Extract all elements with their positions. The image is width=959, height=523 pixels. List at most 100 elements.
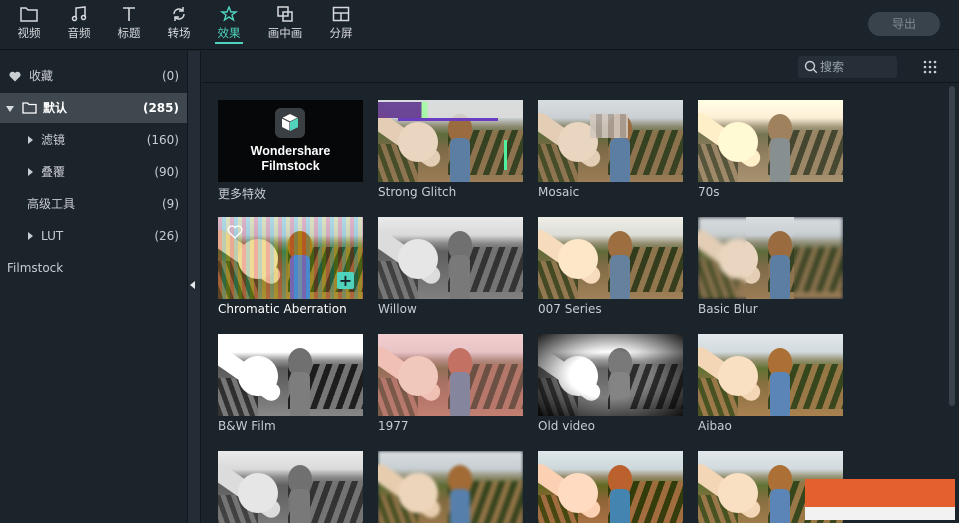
- sidebar-item-favorites[interactable]: 收藏 (0): [0, 61, 187, 91]
- effect-name: 007 Series: [538, 302, 602, 316]
- sharp-region: [746, 217, 794, 299]
- effect-card-1977[interactable]: 1977: [378, 334, 523, 433]
- overlay-banner: [805, 479, 955, 520]
- preview-image: [378, 334, 523, 416]
- tab-label: 标题: [117, 26, 141, 40]
- effect-card[interactable]: [378, 451, 523, 523]
- effect-card[interactable]: [538, 451, 683, 523]
- effect-card-old-video[interactable]: Old video: [538, 334, 683, 433]
- effect-thumbnail[interactable]: [538, 217, 683, 299]
- effect-name: B&W Film: [218, 419, 276, 433]
- effect-name: Basic Blur: [698, 302, 758, 316]
- expand-caret-icon[interactable]: [6, 106, 14, 112]
- effect-card-chromatic-aberration[interactable]: + Chromatic Aberration: [218, 217, 363, 316]
- effect-name: Strong Glitch: [378, 185, 457, 199]
- sidebar-item-overlays[interactable]: 叠覆 (90): [0, 157, 187, 187]
- effect-name: 更多特效: [218, 187, 267, 201]
- tab-transitions[interactable]: 转场: [159, 4, 199, 46]
- effect-card-basic-blur[interactable]: Basic Blur: [698, 217, 843, 316]
- effect-thumbnail[interactable]: [378, 100, 523, 182]
- effect-thumbnail[interactable]: [698, 100, 843, 182]
- sidebar-item-default[interactable]: 默认 (285): [0, 93, 187, 123]
- effect-card-70s[interactable]: 70s: [698, 100, 843, 199]
- grid-view-icon[interactable]: [923, 60, 937, 74]
- effect-card-willow[interactable]: Willow: [378, 217, 523, 316]
- text-icon: [123, 7, 135, 21]
- favorite-heart-icon[interactable]: [227, 225, 243, 239]
- collapse-caret-icon[interactable]: [28, 232, 33, 240]
- search-icon: [804, 60, 818, 74]
- preview-image: [218, 451, 363, 523]
- sidebar-item-advanced-tools[interactable]: 高级工具 (9): [0, 189, 187, 219]
- sidebar-item-label: 默认: [43, 101, 68, 115]
- preview-image: [538, 451, 683, 523]
- sidebar-item-label: 滤镜: [41, 133, 66, 147]
- tab-label: 画中画: [267, 26, 303, 40]
- effect-card-007-series[interactable]: 007 Series: [538, 217, 683, 316]
- heart-icon: [9, 71, 21, 82]
- search-input[interactable]: [820, 57, 890, 77]
- tab-label: 分屏: [329, 26, 353, 40]
- filmstock-logo-icon: [275, 108, 305, 138]
- effects-icon: [220, 6, 238, 22]
- effect-card[interactable]: [218, 451, 363, 523]
- add-effect-icon[interactable]: +: [337, 272, 354, 289]
- effect-name: Aibao: [698, 419, 732, 433]
- active-tab-indicator: [215, 42, 243, 44]
- tab-pip[interactable]: 画中画: [265, 4, 305, 46]
- filmstock-banner: Wondershare Filmstock: [218, 100, 363, 182]
- glitch-line: [398, 118, 498, 121]
- effect-thumbnail[interactable]: [538, 100, 683, 182]
- banner-strip: [805, 507, 955, 520]
- sidebar-item-lut[interactable]: LUT (26): [0, 221, 187, 251]
- effect-name: Willow: [378, 302, 417, 316]
- effect-thumbnail[interactable]: [698, 334, 843, 416]
- sidebar-item-filmstock[interactable]: Filmstock: [0, 253, 187, 283]
- sidebar-item-count: (26): [154, 229, 179, 243]
- export-button[interactable]: 导出: [868, 12, 940, 36]
- filmstock-line2: Filmstock: [261, 159, 320, 173]
- top-toolbar: 视频 音频 标题 转场 效果 画中画 分屏 导出: [0, 0, 959, 50]
- vertical-scrollbar[interactable]: [949, 86, 955, 406]
- tab-video[interactable]: 视频: [9, 4, 49, 46]
- effect-card-bw-film[interactable]: B&W Film: [218, 334, 363, 433]
- transition-icon: [173, 7, 185, 21]
- effect-card-mosaic[interactable]: Mosaic: [538, 100, 683, 199]
- collapse-caret-icon[interactable]: [28, 168, 33, 176]
- preview-image: [378, 217, 523, 299]
- tab-split-screen[interactable]: 分屏: [321, 4, 361, 46]
- effect-thumbnail[interactable]: +: [218, 217, 363, 299]
- preview-image: [538, 334, 683, 416]
- effect-card-aibao[interactable]: Aibao: [698, 334, 843, 433]
- effect-thumbnail[interactable]: [538, 451, 683, 523]
- sidebar-item-count: (160): [146, 133, 179, 147]
- effect-thumbnail[interactable]: [218, 451, 363, 523]
- collapse-sidebar-icon[interactable]: [190, 281, 195, 289]
- sidebar-item-count: (285): [142, 101, 179, 115]
- filmstock-title: Wondershare Filmstock: [218, 144, 363, 174]
- sidebar-item-label: LUT: [41, 229, 64, 243]
- effects-sidebar: 收藏 (0) 默认 (285) 滤镜 (160) 叠覆 (90) 高级工具 (9…: [0, 51, 187, 523]
- effect-name: Mosaic: [538, 185, 580, 199]
- effect-thumbnail[interactable]: [378, 217, 523, 299]
- tab-titles[interactable]: 标题: [109, 4, 149, 46]
- effect-card-more-effects[interactable]: Wondershare Filmstock 更多特效: [218, 100, 363, 202]
- effect-thumbnail[interactable]: [378, 451, 523, 523]
- tab-label: 效果: [217, 26, 241, 40]
- tab-audio[interactable]: 音频: [59, 4, 99, 46]
- search-box[interactable]: [798, 56, 897, 78]
- effect-thumbnail[interactable]: [378, 334, 523, 416]
- sidebar-item-label: Filmstock: [7, 261, 64, 275]
- effect-card-strong-glitch[interactable]: Strong Glitch: [378, 100, 523, 199]
- effect-thumbnail[interactable]: Wondershare Filmstock: [218, 100, 363, 182]
- effect-thumbnail[interactable]: [538, 334, 683, 416]
- folder-icon: [22, 102, 37, 114]
- glitch-band: [378, 102, 523, 118]
- sidebar-item-filters[interactable]: 滤镜 (160): [0, 125, 187, 155]
- effect-thumbnail[interactable]: [218, 334, 363, 416]
- sidebar-item-count: (90): [154, 165, 179, 179]
- collapse-caret-icon[interactable]: [28, 136, 33, 144]
- tab-effects[interactable]: 效果: [209, 4, 249, 46]
- effect-thumbnail[interactable]: [698, 217, 843, 299]
- effects-browser: Wondershare Filmstock 更多特效 Strong Glitch…: [202, 51, 959, 523]
